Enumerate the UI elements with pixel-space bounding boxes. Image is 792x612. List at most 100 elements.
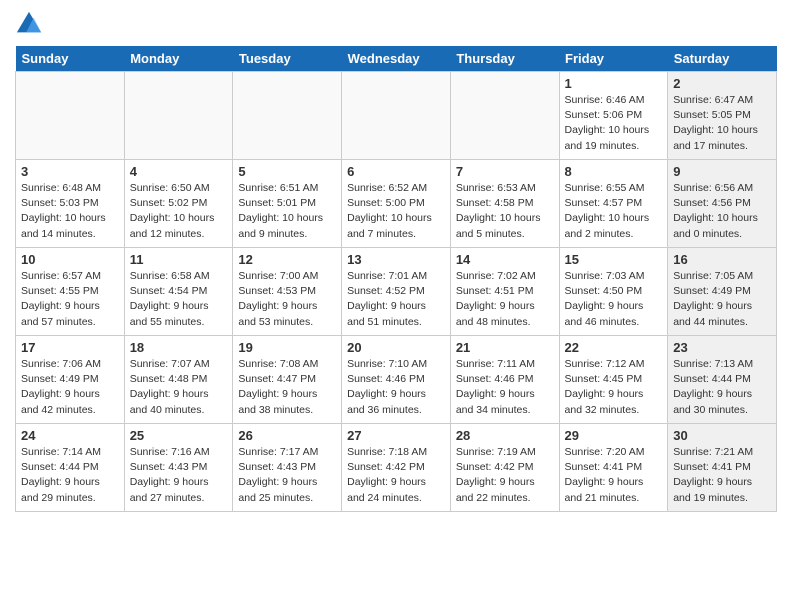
calendar-cell: 19 Sunrise: 7:08 AMSunset: 4:47 PMDayligh… xyxy=(233,336,342,424)
day-info: Sunrise: 6:52 AMSunset: 5:00 PMDaylight:… xyxy=(347,181,445,242)
day-number: 17 xyxy=(21,340,119,355)
calendar-cell: 5Sunrise: 6:51 AMSunset: 5:01 PMDaylight… xyxy=(233,160,342,248)
calendar-cell: 1Sunrise: 6:46 AMSunset: 5:06 PMDaylight… xyxy=(559,72,668,160)
calendar-cell: 2 Sunrise: 6:47 AMSunset: 5:05 PMDaylight… xyxy=(668,72,777,160)
day-number: 2 xyxy=(673,76,771,91)
day-number: 25 xyxy=(130,428,228,443)
day-number: 1 xyxy=(565,76,663,91)
day-number: 21 xyxy=(456,340,554,355)
calendar-cell: 28Sunrise: 7:19 AMSunset: 4:42 PMDayligh… xyxy=(450,424,559,512)
day-number: 12 xyxy=(238,252,336,267)
day-number: 3 xyxy=(21,164,119,179)
weekday-monday: Monday xyxy=(124,46,233,72)
calendar-cell: 13Sunrise: 7:01 AMSunset: 4:52 PMDayligh… xyxy=(342,248,451,336)
week-row-0: 1Sunrise: 6:46 AMSunset: 5:06 PMDaylight… xyxy=(16,72,777,160)
day-info: Sunrise: 7:05 AMSunset: 4:49 PMDaylight:… xyxy=(673,269,771,330)
calendar-cell: 15 Sunrise: 7:03 AMSunset: 4:50 PMDayligh… xyxy=(559,248,668,336)
day-number: 6 xyxy=(347,164,445,179)
calendar-cell xyxy=(233,72,342,160)
calendar-cell: 18 Sunrise: 7:07 AMSunset: 4:48 PMDayligh… xyxy=(124,336,233,424)
calendar-cell: 22 Sunrise: 7:12 AMSunset: 4:45 PMDayligh… xyxy=(559,336,668,424)
week-row-2: 10 Sunrise: 6:57 AMSunset: 4:55 PMDayligh… xyxy=(16,248,777,336)
day-number: 14 xyxy=(456,252,554,267)
calendar-cell: 7 Sunrise: 6:53 AMSunset: 4:58 PMDaylight… xyxy=(450,160,559,248)
weekday-wednesday: Wednesday xyxy=(342,46,451,72)
day-info: Sunrise: 7:21 AMSunset: 4:41 PMDaylight:… xyxy=(673,445,771,506)
day-info: Sunrise: 6:47 AMSunset: 5:05 PMDaylight:… xyxy=(673,93,771,154)
week-row-3: 17 Sunrise: 7:06 AMSunset: 4:49 PMDayligh… xyxy=(16,336,777,424)
calendar-cell: 29Sunrise: 7:20 AMSunset: 4:41 PMDayligh… xyxy=(559,424,668,512)
day-number: 9 xyxy=(673,164,771,179)
calendar-cell: 17 Sunrise: 7:06 AMSunset: 4:49 PMDayligh… xyxy=(16,336,125,424)
day-info: Sunrise: 7:10 AMSunset: 4:46 PMDaylight:… xyxy=(347,357,445,418)
weekday-thursday: Thursday xyxy=(450,46,559,72)
day-info: Sunrise: 7:00 AMSunset: 4:53 PMDaylight:… xyxy=(238,269,336,330)
day-info: Sunrise: 6:58 AMSunset: 4:54 PMDaylight:… xyxy=(130,269,228,330)
calendar-cell: 23 Sunrise: 7:13 AMSunset: 4:44 PMDayligh… xyxy=(668,336,777,424)
calendar-cell xyxy=(124,72,233,160)
calendar-cell xyxy=(16,72,125,160)
day-info: Sunrise: 7:16 AMSunset: 4:43 PMDaylight:… xyxy=(130,445,228,506)
calendar-cell: 11Sunrise: 6:58 AMSunset: 4:54 PMDayligh… xyxy=(124,248,233,336)
calendar-cell: 24Sunrise: 7:14 AMSunset: 4:44 PMDayligh… xyxy=(16,424,125,512)
calendar-cell: 12 Sunrise: 7:00 AMSunset: 4:53 PMDayligh… xyxy=(233,248,342,336)
page-container: SundayMondayTuesdayWednesdayThursdayFrid… xyxy=(0,0,792,517)
day-info: Sunrise: 7:08 AMSunset: 4:47 PMDaylight:… xyxy=(238,357,336,418)
day-info: Sunrise: 7:07 AMSunset: 4:48 PMDaylight:… xyxy=(130,357,228,418)
calendar-cell: 26Sunrise: 7:17 AMSunset: 4:43 PMDayligh… xyxy=(233,424,342,512)
day-info: Sunrise: 7:19 AMSunset: 4:42 PMDaylight:… xyxy=(456,445,554,506)
day-info: Sunrise: 7:17 AMSunset: 4:43 PMDaylight:… xyxy=(238,445,336,506)
day-number: 22 xyxy=(565,340,663,355)
day-number: 15 xyxy=(565,252,663,267)
day-info: Sunrise: 7:06 AMSunset: 4:49 PMDaylight:… xyxy=(21,357,119,418)
calendar-table: SundayMondayTuesdayWednesdayThursdayFrid… xyxy=(15,46,777,512)
calendar-cell: 25 Sunrise: 7:16 AMSunset: 4:43 PMDayligh… xyxy=(124,424,233,512)
calendar-cell: 4 Sunrise: 6:50 AMSunset: 5:02 PMDaylight… xyxy=(124,160,233,248)
calendar-cell: 27 Sunrise: 7:18 AMSunset: 4:42 PMDayligh… xyxy=(342,424,451,512)
calendar-cell: 9 Sunrise: 6:56 AMSunset: 4:56 PMDaylight… xyxy=(668,160,777,248)
day-info: Sunrise: 7:18 AMSunset: 4:42 PMDaylight:… xyxy=(347,445,445,506)
day-info: Sunrise: 7:12 AMSunset: 4:45 PMDaylight:… xyxy=(565,357,663,418)
weekday-sunday: Sunday xyxy=(16,46,125,72)
day-number: 27 xyxy=(347,428,445,443)
day-number: 8 xyxy=(565,164,663,179)
day-info: Sunrise: 7:02 AMSunset: 4:51 PMDaylight:… xyxy=(456,269,554,330)
week-row-4: 24Sunrise: 7:14 AMSunset: 4:44 PMDayligh… xyxy=(16,424,777,512)
day-number: 19 xyxy=(238,340,336,355)
calendar-cell: 3 Sunrise: 6:48 AMSunset: 5:03 PMDaylight… xyxy=(16,160,125,248)
day-number: 24 xyxy=(21,428,119,443)
day-number: 18 xyxy=(130,340,228,355)
day-info: Sunrise: 6:56 AMSunset: 4:56 PMDaylight:… xyxy=(673,181,771,242)
day-info: Sunrise: 7:01 AMSunset: 4:52 PMDaylight:… xyxy=(347,269,445,330)
day-number: 23 xyxy=(673,340,771,355)
day-info: Sunrise: 6:53 AMSunset: 4:58 PMDaylight:… xyxy=(456,181,554,242)
calendar-cell: 21 Sunrise: 7:11 AMSunset: 4:46 PMDayligh… xyxy=(450,336,559,424)
day-info: Sunrise: 6:48 AMSunset: 5:03 PMDaylight:… xyxy=(21,181,119,242)
calendar-cell: 16 Sunrise: 7:05 AMSunset: 4:49 PMDayligh… xyxy=(668,248,777,336)
day-number: 16 xyxy=(673,252,771,267)
day-number: 30 xyxy=(673,428,771,443)
weekday-tuesday: Tuesday xyxy=(233,46,342,72)
calendar-cell xyxy=(342,72,451,160)
logo-icon xyxy=(15,10,43,38)
weekday-friday: Friday xyxy=(559,46,668,72)
header xyxy=(15,10,777,38)
week-row-1: 3 Sunrise: 6:48 AMSunset: 5:03 PMDaylight… xyxy=(16,160,777,248)
calendar-cell: 20Sunrise: 7:10 AMSunset: 4:46 PMDayligh… xyxy=(342,336,451,424)
day-number: 7 xyxy=(456,164,554,179)
weekday-saturday: Saturday xyxy=(668,46,777,72)
logo xyxy=(15,10,47,38)
day-number: 10 xyxy=(21,252,119,267)
day-info: Sunrise: 7:11 AMSunset: 4:46 PMDaylight:… xyxy=(456,357,554,418)
calendar-cell: 6 Sunrise: 6:52 AMSunset: 5:00 PMDaylight… xyxy=(342,160,451,248)
day-number: 5 xyxy=(238,164,336,179)
weekday-header-row: SundayMondayTuesdayWednesdayThursdayFrid… xyxy=(16,46,777,72)
day-info: Sunrise: 7:20 AMSunset: 4:41 PMDaylight:… xyxy=(565,445,663,506)
calendar-cell: 10 Sunrise: 6:57 AMSunset: 4:55 PMDayligh… xyxy=(16,248,125,336)
day-info: Sunrise: 7:03 AMSunset: 4:50 PMDaylight:… xyxy=(565,269,663,330)
day-info: Sunrise: 6:57 AMSunset: 4:55 PMDaylight:… xyxy=(21,269,119,330)
day-info: Sunrise: 7:13 AMSunset: 4:44 PMDaylight:… xyxy=(673,357,771,418)
day-number: 4 xyxy=(130,164,228,179)
day-info: Sunrise: 6:50 AMSunset: 5:02 PMDaylight:… xyxy=(130,181,228,242)
calendar-cell: 30 Sunrise: 7:21 AMSunset: 4:41 PMDayligh… xyxy=(668,424,777,512)
